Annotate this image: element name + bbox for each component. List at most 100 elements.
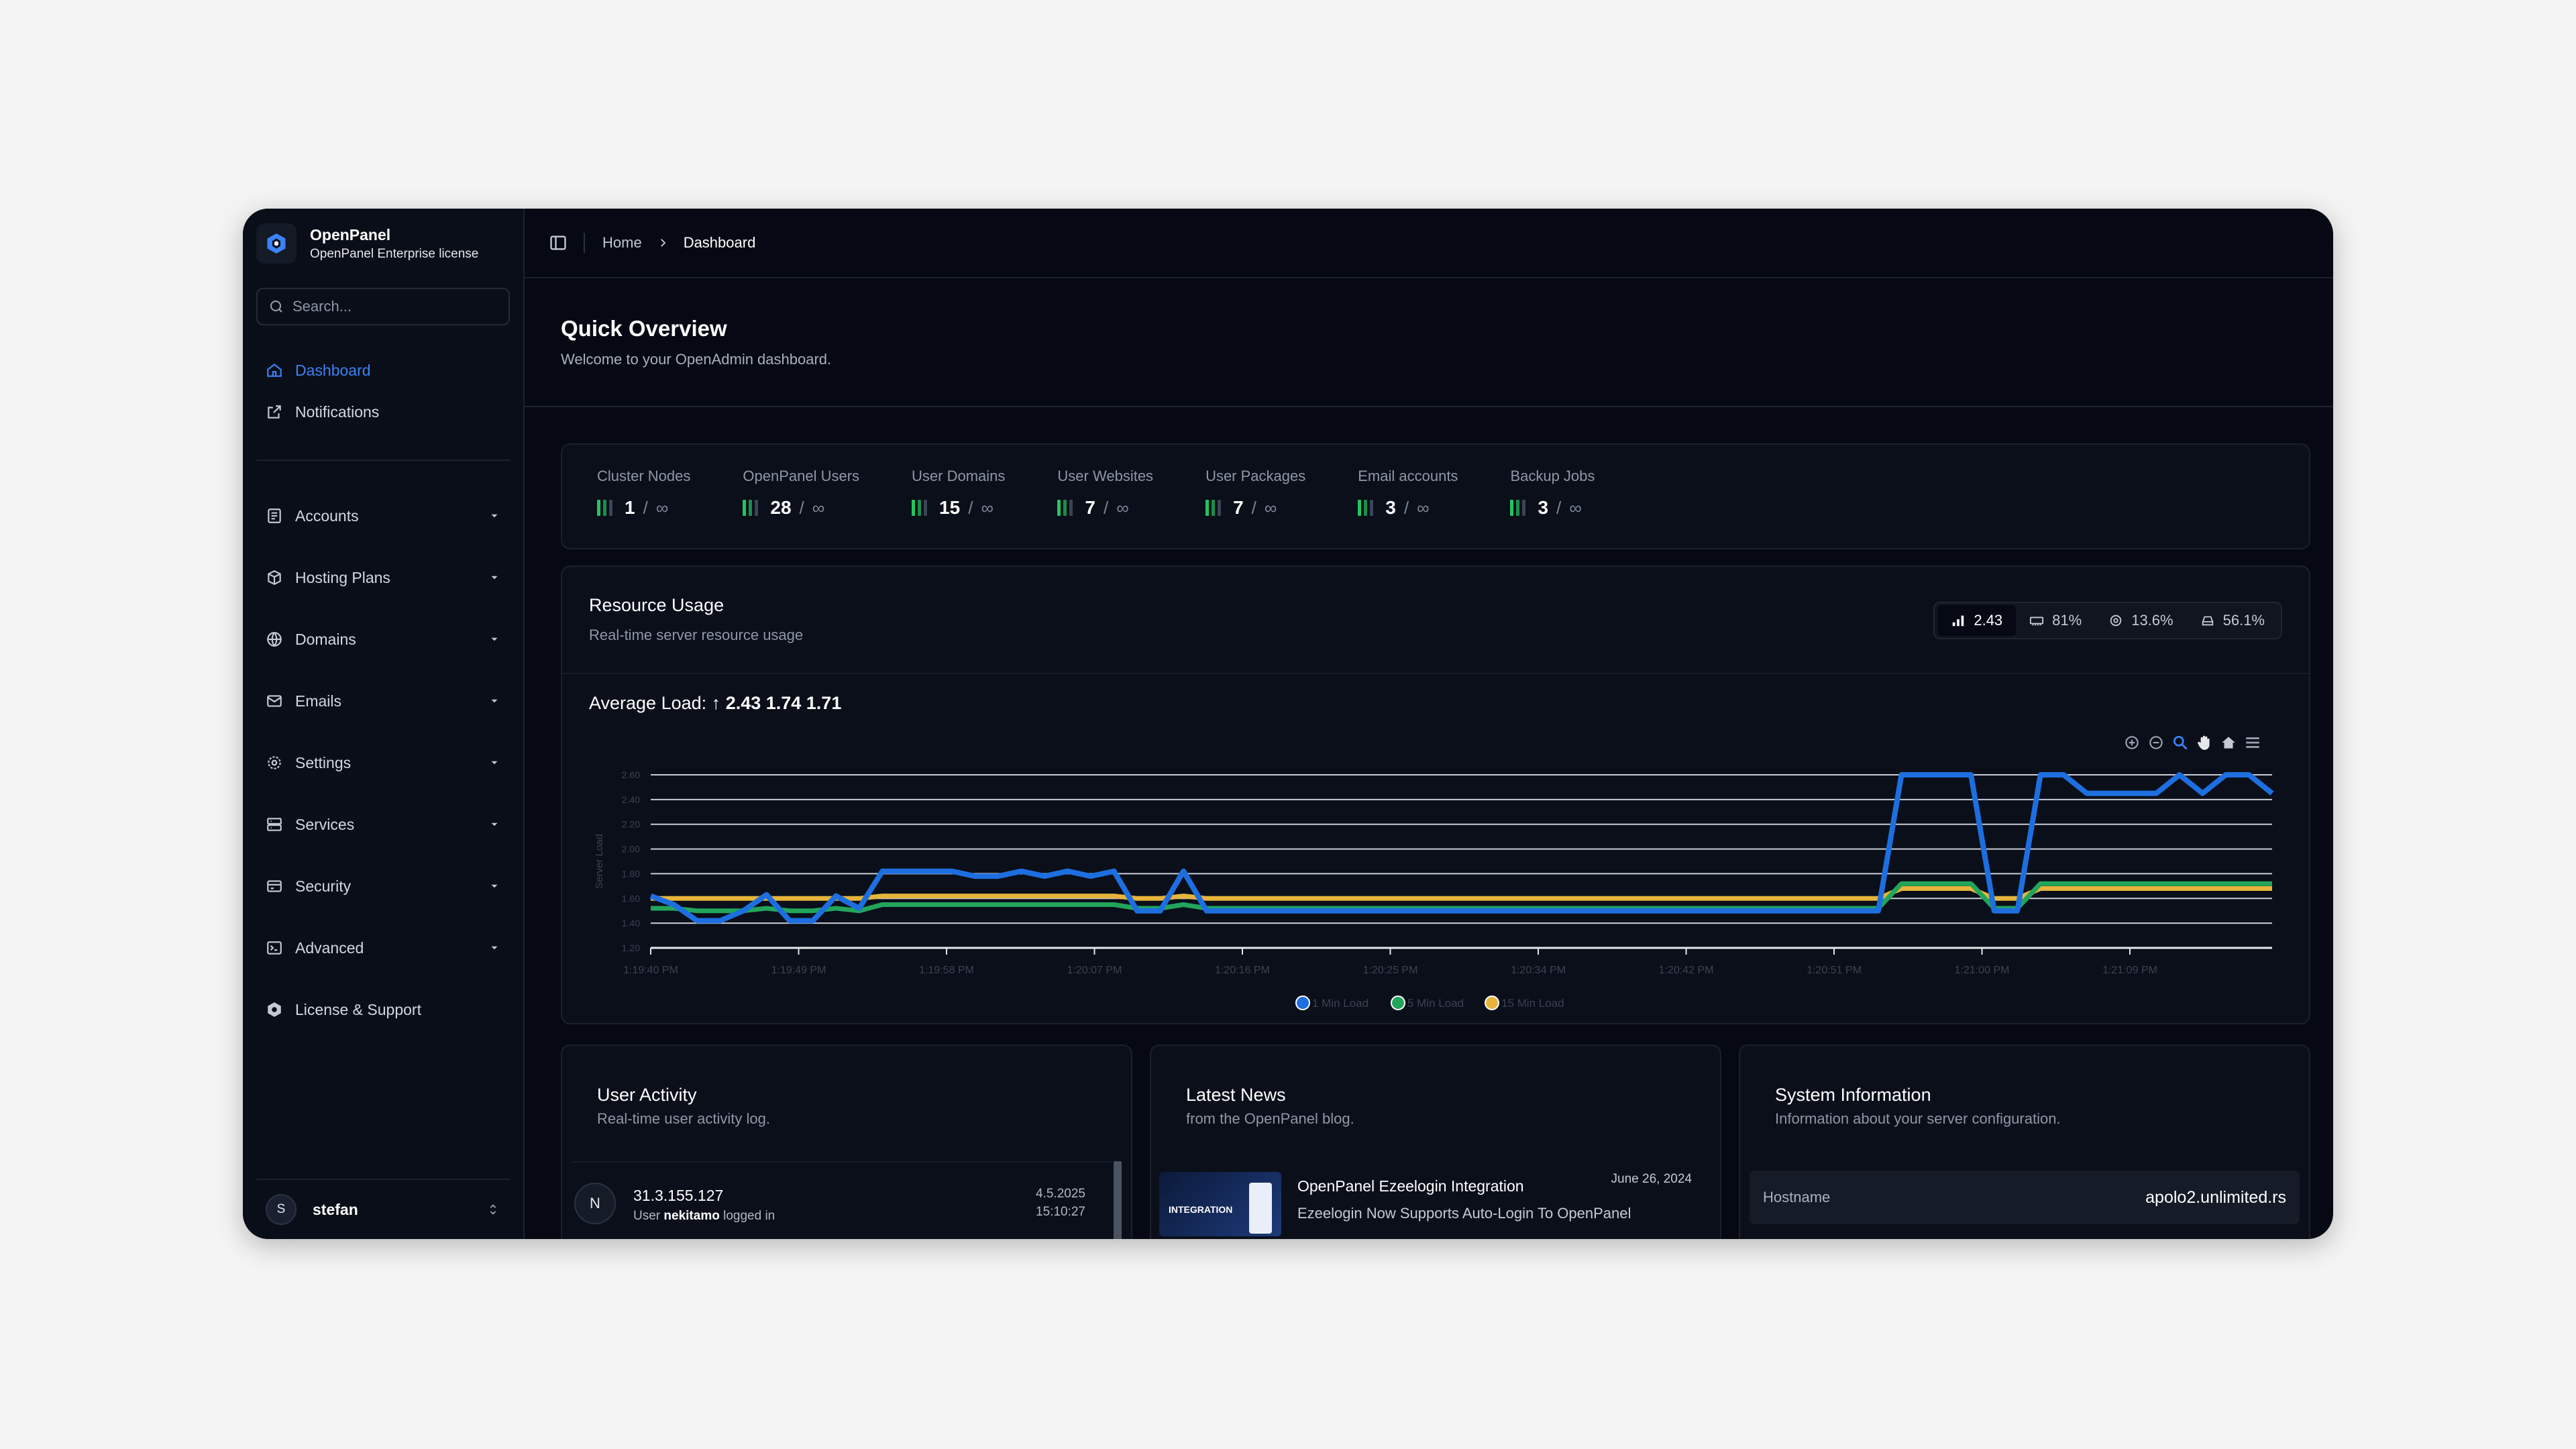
sysinfo-title: System Information [1775, 1085, 1931, 1105]
bars-icon [1205, 500, 1224, 516]
avatar: N [574, 1183, 616, 1224]
sidebar-item-label: Hosting Plans [295, 568, 390, 586]
activity-subtitle: Real-time user activity log. [597, 1110, 770, 1127]
load-chart[interactable]: 1.20 1.40 1.60 1.80 2.00 2.20 2.40 2.60 Server L… [562, 567, 2312, 1026]
chevron-down-icon [491, 884, 498, 888]
page-subtitle: Welcome to your OpenAdmin dashboard. [561, 351, 832, 368]
sidebar-item-dashboard[interactable]: Dashboard [243, 350, 523, 391]
stat-value: 1 [625, 497, 635, 518]
stat-label: Cluster Nodes [597, 468, 691, 484]
sidebar-item-security[interactable]: Security [243, 855, 523, 917]
brand[interactable]: OpenPanel OpenPanel Enterprise license [243, 209, 523, 278]
x-tick-label: 1:20:34 PM [1511, 965, 1566, 976]
stat-item: User Domains 15 / ∞ [912, 468, 1005, 525]
avatar: S [266, 1194, 297, 1225]
chevrons-up-down-icon [490, 1204, 496, 1215]
stat-separator: / [643, 497, 648, 518]
activity-action: logged in [723, 1209, 775, 1223]
x-tick-label: 1:21:00 PM [1955, 965, 2010, 976]
x-tick-label: 1:19:58 PM [919, 965, 974, 976]
security-icon [266, 877, 283, 895]
sidebar-item-advanced[interactable]: Advanced [243, 917, 523, 979]
stat-limit: ∞ [981, 497, 994, 518]
stat-label: User Packages [1205, 468, 1306, 484]
stat-limit: ∞ [655, 497, 669, 518]
y-tick-label: 2.20 [622, 819, 640, 830]
sidebar-item-license-support[interactable]: License & Support [243, 979, 523, 1040]
sysinfo-key: Hostname [1763, 1189, 1831, 1205]
sidebar-item-label: Accounts [295, 506, 359, 525]
x-tick-label: 1:20:16 PM [1215, 965, 1270, 976]
page-title: Quick Overview [561, 316, 727, 341]
chevron-down-icon [491, 576, 498, 580]
user-menu[interactable]: S stefan [256, 1179, 510, 1239]
sidebar-toggle-icon[interactable] [549, 233, 568, 252]
y-tick-label: 1.60 [622, 893, 640, 904]
home-icon [266, 362, 283, 379]
stat-item: Email accounts 3 / ∞ [1358, 468, 1458, 525]
news-item-description: Ezeelogin Now Supports Auto-Login To Ope… [1297, 1205, 1631, 1222]
sidebar-item-label: Security [295, 877, 352, 895]
stat-value: 3 [1385, 497, 1396, 518]
stat-limit: ∞ [1569, 497, 1582, 518]
chevron-down-icon [491, 822, 498, 826]
stat-value: 7 [1085, 497, 1095, 518]
sysinfo-subtitle: Information about your server configurat… [1775, 1110, 2061, 1127]
stat-label: Email accounts [1358, 468, 1458, 484]
sidebar-item-notifications[interactable]: Notifications [243, 391, 523, 433]
news-title: Latest News [1186, 1085, 1286, 1105]
sidebar: OpenPanel OpenPanel Enterprise license D… [243, 209, 525, 1239]
topbar: Home Dashboard [525, 209, 2333, 278]
y-tick-label: 2.60 [622, 769, 640, 780]
mail-icon [266, 692, 283, 710]
stat-item: Cluster Nodes 1 / ∞ [597, 468, 690, 525]
stat-separator: / [1104, 497, 1109, 518]
stat-value-row: 1 / ∞ [597, 497, 690, 519]
sidebar-item-emails[interactable]: Emails [243, 670, 523, 732]
sidebar-item-label: Services [295, 815, 355, 833]
sidebar-item-services[interactable]: Services [243, 794, 523, 855]
sidebar-nav: Dashboard Notifications Accounts Hosting… [243, 350, 523, 1040]
x-tick-label: 1:20:42 PM [1659, 965, 1714, 976]
bars-icon [1057, 500, 1075, 516]
breadcrumb-home[interactable]: Home [602, 234, 642, 252]
sidebar-item-domains[interactable]: Domains [243, 608, 523, 670]
news-thumbnail: INTEGRATION [1159, 1172, 1281, 1236]
bars-icon [743, 500, 761, 516]
chevron-down-icon [491, 946, 498, 950]
license-icon [266, 1001, 283, 1018]
stat-limit: ∞ [1116, 497, 1129, 518]
sidebar-item-label: Notifications [295, 402, 380, 421]
search-box[interactable] [256, 288, 510, 325]
search-input[interactable] [292, 298, 494, 315]
sidebar-item-settings[interactable]: Settings [243, 732, 523, 794]
stat-value: 3 [1538, 497, 1549, 518]
legend-marker [1485, 996, 1499, 1010]
openpanel-logo-icon [256, 223, 297, 264]
news-subtitle: from the OpenPanel blog. [1186, 1110, 1354, 1127]
sidebar-item-label: Domains [295, 630, 356, 648]
breadcrumb-current: Dashboard [683, 234, 756, 251]
activity-ip: 31.3.155.127 [633, 1187, 724, 1204]
activity-title: User Activity [597, 1085, 697, 1105]
package-icon [266, 569, 283, 586]
system-information-card: System Information Information about you… [1739, 1044, 2310, 1239]
sidebar-item-hosting-plans[interactable]: Hosting Plans [243, 547, 523, 608]
activity-user: nekitamo [663, 1209, 720, 1223]
news-item[interactable]: INTEGRATION OpenPanel Ezeelogin Integrat… [1159, 1172, 1709, 1239]
phone-illustration [1249, 1183, 1272, 1234]
stat-value-row: 7 / ∞ [1205, 497, 1305, 519]
scrollbar[interactable] [1114, 1161, 1122, 1239]
stat-limit: ∞ [1264, 497, 1277, 518]
activity-prefix: User [633, 1209, 661, 1223]
page-header: Quick Overview Welcome to your OpenAdmin… [525, 278, 2333, 407]
stat-limit: ∞ [812, 497, 825, 518]
stat-separator: / [1403, 497, 1409, 518]
sidebar-item-label: License & Support [295, 1000, 421, 1018]
list-item[interactable]: N 31.3.155.127 User nekitamo logged in 4… [572, 1161, 1112, 1239]
chevron-down-icon [491, 699, 498, 703]
x-tick-label: 1:20:51 PM [1807, 965, 1862, 976]
resource-usage-card: Resource Usage Real-time server resource… [561, 566, 2310, 1024]
sidebar-item-accounts[interactable]: Accounts [243, 485, 523, 547]
news-thumbnail-label: INTEGRATION [1169, 1204, 1233, 1215]
